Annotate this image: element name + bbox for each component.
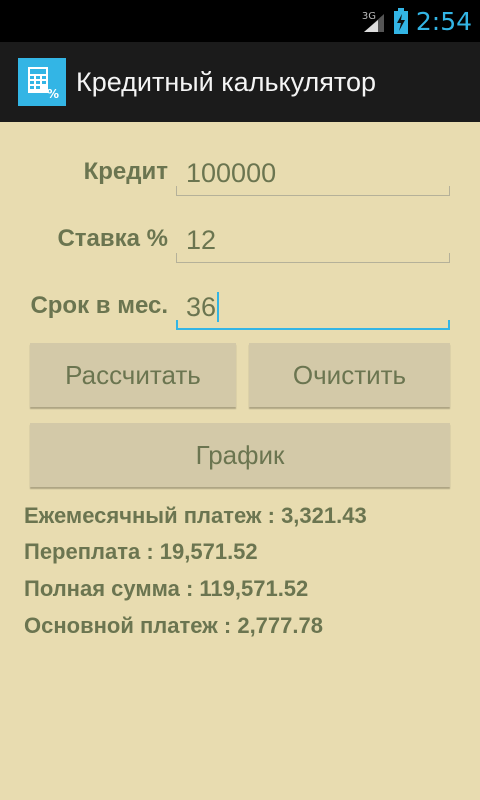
- credit-input-underline: [176, 186, 450, 196]
- status-icons: 3G 2:54: [362, 0, 472, 42]
- term-value[interactable]: 36: [186, 292, 216, 322]
- rate-input-underline: [176, 253, 450, 263]
- credit-label: Кредит: [83, 158, 168, 185]
- term-row: Срок в мес. 36: [0, 280, 480, 340]
- rate-label: Ставка %: [57, 225, 168, 252]
- app-title: Кредитный калькулятор: [76, 66, 377, 97]
- credit-input[interactable]: 100000: [176, 146, 450, 196]
- status-bar: 3G 2:54: [0, 0, 480, 42]
- monthly-payment-result: Ежемесячный платеж : 3,321.43: [24, 503, 367, 528]
- rate-row: Ставка % 12: [0, 213, 480, 273]
- clear-button[interactable]: Очистить: [249, 343, 450, 407]
- schedule-button[interactable]: График: [30, 423, 450, 487]
- total-amount-result: Полная сумма : 119,571.52: [24, 576, 309, 601]
- calculator-percent-icon[interactable]: %: [18, 58, 66, 106]
- calculate-button[interactable]: Рассчитать: [30, 343, 236, 407]
- principal-payment-result: Основной платеж : 2,777.78: [24, 613, 323, 638]
- term-value-wrap[interactable]: 36: [186, 292, 220, 323]
- rate-input[interactable]: 12: [176, 213, 450, 263]
- term-input-underline: [176, 320, 450, 330]
- term-input[interactable]: 36: [176, 280, 450, 330]
- signal-icon: 3G: [362, 6, 386, 36]
- term-label: Срок в мес.: [30, 292, 168, 319]
- text-caret: [217, 292, 220, 322]
- battery-icon: [393, 8, 408, 34]
- action-bar: % Кредитный калькулятор: [0, 42, 480, 122]
- rate-value[interactable]: 12: [186, 225, 216, 256]
- credit-value[interactable]: 100000: [186, 158, 276, 189]
- svg-text:%: %: [47, 87, 59, 99]
- clock: 2:54: [415, 6, 472, 36]
- overpayment-result: Переплата : 19,571.52: [24, 539, 258, 564]
- credit-row: Кредит 100000: [0, 146, 480, 206]
